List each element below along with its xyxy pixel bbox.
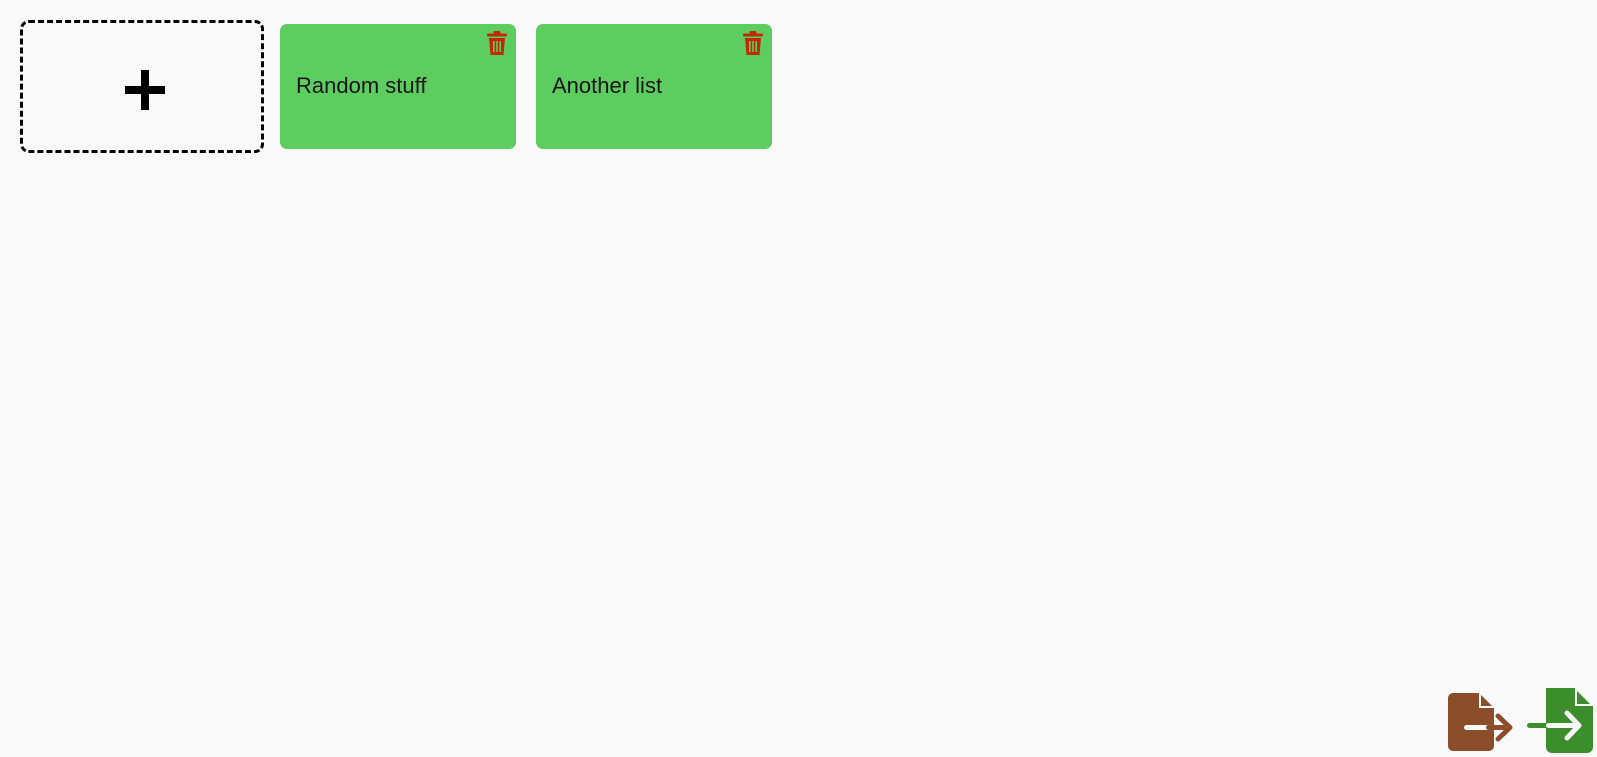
plus-icon bbox=[125, 70, 165, 110]
list-title: Random stuff bbox=[296, 73, 427, 98]
add-list-button[interactable] bbox=[20, 20, 264, 153]
file-export-icon[interactable] bbox=[1448, 693, 1514, 751]
trash-icon[interactable] bbox=[743, 31, 763, 55]
file-import-icon[interactable] bbox=[1527, 688, 1593, 753]
list-title: Another list bbox=[552, 73, 663, 98]
list-card-another-list[interactable]: Another list bbox=[536, 24, 772, 149]
list-card-random-stuff[interactable]: Random stuff bbox=[280, 24, 516, 149]
trash-icon[interactable] bbox=[487, 31, 507, 55]
